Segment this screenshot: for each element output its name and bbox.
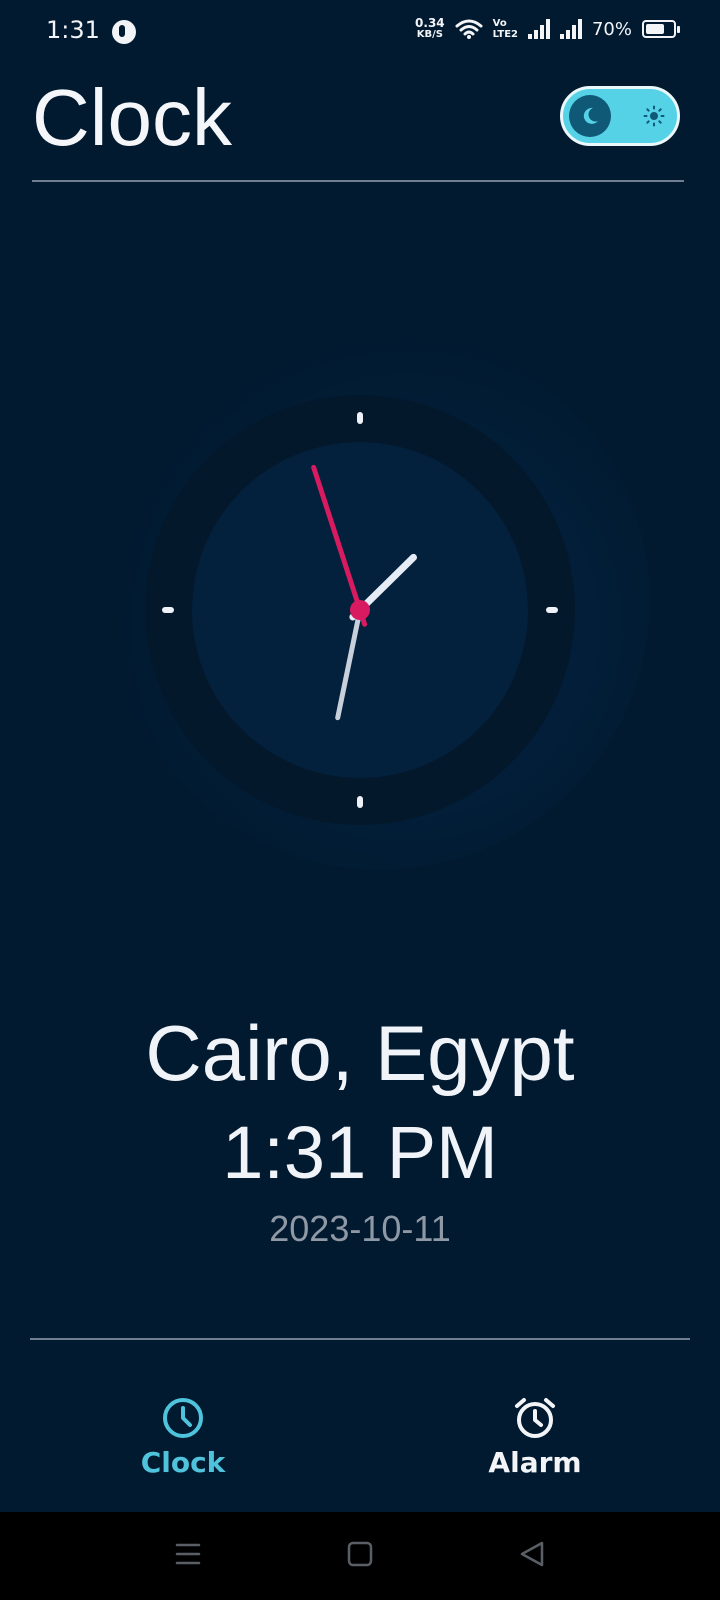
theme-toggle[interactable]	[560, 86, 680, 146]
sun-icon	[643, 105, 665, 127]
digital-time: 1:31 PM	[222, 1111, 498, 1194]
volte-bottom: LTE2	[492, 29, 518, 40]
bottom-divider	[30, 1338, 690, 1340]
clock-app-screen: 1:31 0.34 KB/S Vo LTE2 70% Clock Cairo, …	[0, 0, 720, 1600]
analog-clock	[145, 395, 575, 825]
header-divider	[32, 180, 684, 182]
city-name: Cairo, Egypt	[145, 1009, 575, 1097]
nav-label-alarm: Alarm	[488, 1446, 582, 1479]
status-time: 1:31	[46, 16, 100, 44]
status-bar: 1:31 0.34 KB/S Vo LTE2 70%	[0, 0, 720, 64]
date-text: 2023-10-11	[269, 1208, 451, 1249]
clock-icon	[163, 1398, 203, 1438]
nav-label-clock: Clock	[140, 1446, 226, 1479]
volte-indicator: Vo LTE2	[493, 18, 518, 40]
home-icon[interactable]	[346, 1540, 374, 1568]
page-title: Clock	[32, 73, 233, 162]
signal-strength-icon-sim1	[527, 19, 550, 39]
back-icon[interactable]	[518, 1540, 546, 1568]
volte-top: Vo	[492, 18, 507, 29]
network-speed-unit: KB/S	[416, 29, 443, 40]
network-speed-value: 0.34	[415, 16, 445, 30]
status-icons: 0.34 KB/S Vo LTE2 70%	[415, 16, 680, 40]
bottom-navigation: Clock Alarm	[0, 1360, 720, 1510]
battery-icon	[642, 20, 680, 38]
signal-strength-icon-sim2	[559, 19, 582, 39]
menu-icon[interactable]	[174, 1540, 202, 1568]
nav-item-alarm[interactable]: Alarm	[435, 1396, 635, 1479]
moon-icon	[583, 107, 598, 124]
toggle-knob	[569, 95, 611, 137]
network-speed: 0.34 KB/S	[415, 16, 445, 40]
battery-percent: 70%	[591, 18, 632, 40]
system-navigation-bar	[0, 1512, 720, 1600]
notification-app-icon	[112, 20, 136, 44]
clock-center-pin	[350, 600, 370, 620]
wifi-icon	[455, 19, 483, 39]
alarm-clock-icon	[515, 1398, 555, 1438]
nav-item-clock[interactable]: Clock	[83, 1396, 283, 1479]
battery-fill	[646, 24, 665, 34]
